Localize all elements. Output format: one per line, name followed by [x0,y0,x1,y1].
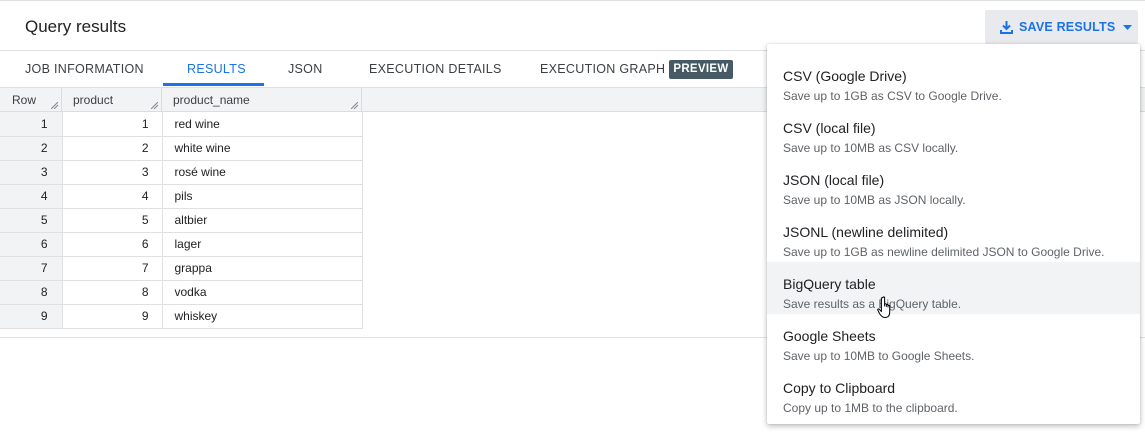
column-header-product-name-label: product_name [173,93,250,107]
column-header-product: product [62,88,162,112]
menu-item-label: CSV (Google Drive) [783,68,907,84]
product-name-cell[interactable]: rosé wine [162,160,363,185]
row-number: 1 [0,112,63,137]
tab-job-information[interactable]: JOB INFORMATION [25,51,144,88]
menu-item-label: JSON (local file) [783,172,885,188]
row-number: 9 [0,304,63,329]
save-results-button[interactable]: SAVE RESULTS [985,10,1138,44]
product-cell[interactable]: 2 [62,136,163,161]
menu-item-label: JSONL (newline delimited) [783,224,949,240]
tab-execution-details[interactable]: EXECUTION DETAILS [369,51,502,88]
menu-item-label: BigQuery table [783,276,876,292]
page-title: Query results [25,17,127,36]
product-cell[interactable]: 9 [62,304,163,329]
menu-item-label: Google Sheets [783,328,876,344]
product-name-cell[interactable]: red wine [162,112,363,137]
product-cell[interactable]: 1 [62,112,163,137]
table-row: 6 6 lager [0,232,363,257]
menu-item-label: Copy to Clipboard [783,380,896,396]
menu-item-description: Save results as a BigQuery table. [783,297,962,311]
menu-item-description: Save up to 10MB to Google Sheets. [783,349,975,363]
product-name-cell[interactable]: whiskey [162,304,363,329]
table-row: 1 1 red wine [0,112,363,137]
menu-item-google-sheets[interactable]: Google Sheets Save up to 10MB to Google … [767,314,1140,366]
caret-down-icon [1123,24,1133,30]
table-row: 5 5 altbier [0,208,363,233]
active-tab-indicator [163,83,264,86]
menu-item-description: Save up to 1GB as CSV to Google Drive. [783,89,1002,103]
table-row: 3 3 rosé wine [0,160,363,185]
table-row: 7 7 grappa [0,256,363,281]
row-number: 8 [0,280,63,305]
menu-item-description: Save up to 1GB as newline delimited JSON… [783,245,1105,259]
product-name-cell[interactable]: lager [162,232,363,257]
download-icon [1000,20,1013,34]
resize-handle-icon[interactable] [51,102,58,109]
menu-item-csv-local-file[interactable]: CSV (local file) Save up to 10MB as CSV … [767,106,1140,158]
menu-item-bigquery-table[interactable]: BigQuery table Save results as a BigQuer… [767,262,1140,314]
column-header-product-name: product_name [162,88,362,112]
row-number: 7 [0,256,63,281]
product-name-cell[interactable]: grappa [162,256,363,281]
product-cell[interactable]: 6 [62,232,163,257]
column-header-product-label: product [73,93,114,107]
preview-badge: PREVIEW [669,60,733,80]
menu-item-csv-google-drive[interactable]: CSV (Google Drive) Save up to 1GB as CSV… [767,54,1140,106]
column-header-row-label: Row [12,93,37,107]
product-name-cell[interactable]: pils [162,184,363,209]
row-number: 6 [0,232,63,257]
product-cell[interactable]: 8 [62,280,163,305]
product-cell[interactable]: 4 [62,184,163,209]
row-number: 5 [0,208,63,233]
tab-json[interactable]: JSON [288,51,323,88]
product-cell[interactable]: 7 [62,256,163,281]
table-row: 4 4 pils [0,184,363,209]
product-name-cell[interactable]: white wine [162,136,363,161]
table-row: 9 9 whiskey [0,304,363,329]
product-name-cell[interactable]: vodka [162,280,363,305]
hand-pointer-cursor [877,296,891,318]
table-row: 2 2 white wine [0,136,363,161]
resize-handle-icon[interactable] [151,102,158,109]
resize-handle-icon[interactable] [351,102,358,109]
save-results-label: SAVE RESULTS [1019,20,1116,34]
results-table: 1 1 red wine 2 2 white wine 3 3 rosé wine 4 4 pi… [0,112,363,329]
menu-item-description: Copy up to 1MB to the clipboard. [783,401,958,415]
row-number: 2 [0,136,63,161]
menu-item-description: Save up to 10MB as CSV locally. [783,141,959,155]
row-number: 4 [0,184,63,209]
tab-execution-graph[interactable]: EXECUTION GRAPH PREVIEW [540,51,733,88]
save-results-menu: CSV (Google Drive) Save up to 1GB as CSV… [767,44,1140,424]
row-number: 3 [0,160,63,185]
menu-item-copy-to-clipboard[interactable]: Copy to Clipboard Copy up to 1MB to the … [767,366,1140,418]
product-cell[interactable]: 5 [62,208,163,233]
menu-item-jsonl[interactable]: JSONL (newline delimited) Save up to 1GB… [767,210,1140,262]
table-row: 8 8 vodka [0,280,363,305]
menu-item-json-local-file[interactable]: JSON (local file) Save up to 10MB as JSO… [767,158,1140,210]
menu-item-description: Save up to 10MB as JSON locally. [783,193,966,207]
product-cell[interactable]: 3 [62,160,163,185]
column-header-row: Row [0,88,62,112]
tab-execution-graph-label: EXECUTION GRAPH [540,62,666,76]
product-name-cell[interactable]: altbier [162,208,363,233]
menu-item-label: CSV (local file) [783,120,876,136]
